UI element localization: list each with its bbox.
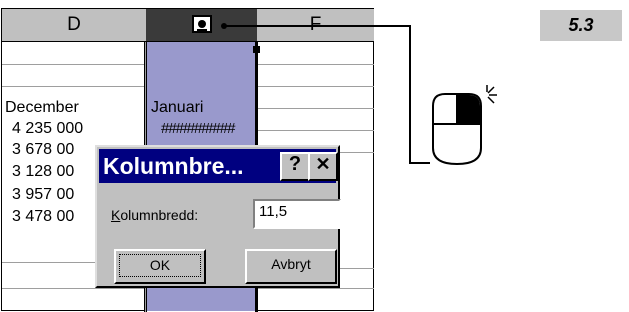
- mouse-left-click-icon: [428, 84, 500, 174]
- step-number-badge: 5.3: [540, 10, 622, 41]
- callout-connector: [221, 23, 430, 164]
